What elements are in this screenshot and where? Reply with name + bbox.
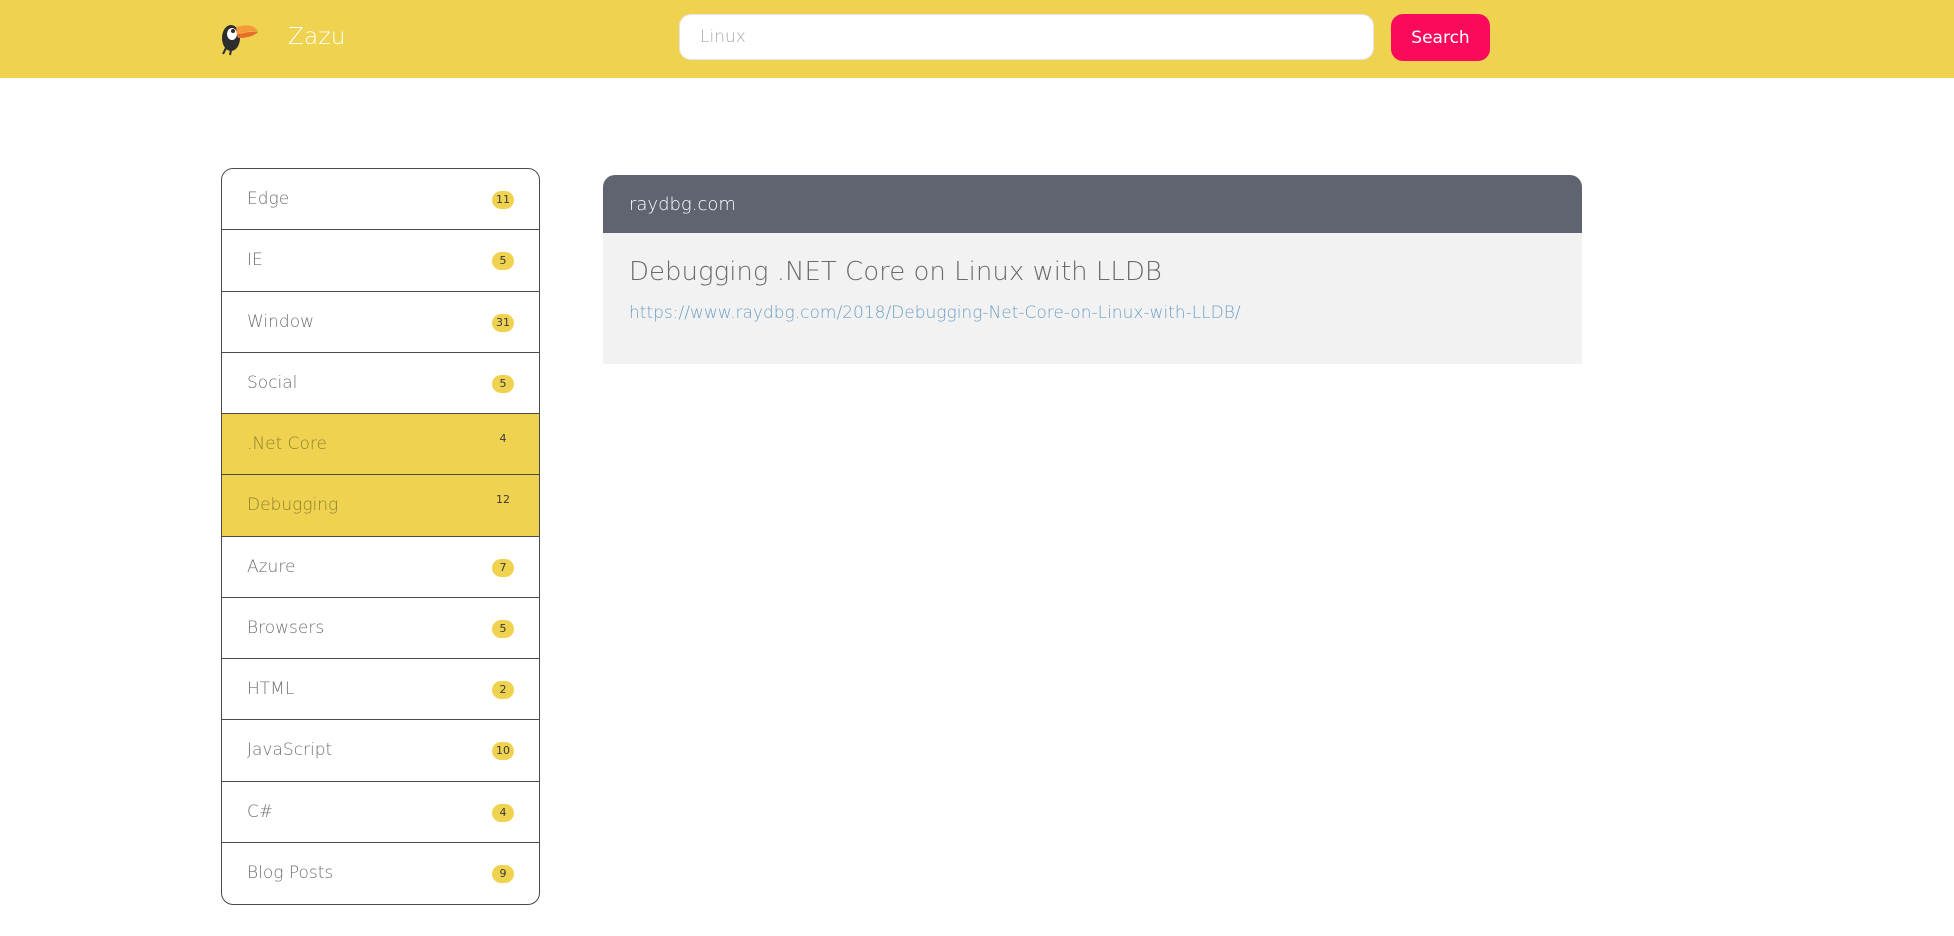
- sidebar-item-blog-posts[interactable]: Blog Posts 9: [222, 843, 539, 904]
- category-sidebar: Edge 11 IE 5 Window 31 Social 5 .Net Cor…: [221, 168, 540, 905]
- count-badge: 12: [496, 493, 510, 507]
- sidebar-item-social[interactable]: Social 5: [222, 353, 539, 414]
- sidebar-item-label: Blog Posts: [247, 863, 334, 884]
- count-badge: 10: [492, 742, 514, 761]
- toucan-icon[interactable]: [218, 18, 262, 56]
- sidebar-item-label: IE: [247, 250, 263, 271]
- sidebar-item-window[interactable]: Window 31: [222, 292, 539, 353]
- sidebar-item-label: Debugging: [247, 495, 339, 516]
- count-badge: 7: [492, 558, 514, 577]
- result-card: raydbg.com Debugging .NET Core on Linux …: [603, 175, 1582, 364]
- result-link[interactable]: https://www.raydbg.com/2018/Debugging-Ne…: [629, 303, 1241, 323]
- sidebar-item-javascript[interactable]: JavaScript 10: [222, 720, 539, 782]
- sidebar-item-csharp[interactable]: C# 4: [222, 782, 539, 843]
- sidebar-item-label: Window: [247, 311, 315, 332]
- result-card-header: raydbg.com: [603, 175, 1582, 233]
- count-badge: 5: [492, 619, 514, 638]
- search-button[interactable]: Search: [1391, 14, 1490, 61]
- sidebar-item-debugging[interactable]: Debugging 12: [222, 475, 539, 537]
- sidebar-item-ie[interactable]: IE 5: [222, 230, 539, 292]
- sidebar-item-label: HTML: [247, 679, 295, 700]
- result-site-name: raydbg.com: [629, 194, 736, 215]
- sidebar-item-label: Azure: [247, 556, 296, 577]
- sidebar-item-label: Social: [247, 372, 298, 393]
- sidebar-item-label: .Net Core: [247, 434, 327, 455]
- count-badge: 31: [492, 313, 514, 332]
- search-input[interactable]: [679, 14, 1374, 60]
- count-badge: 4: [492, 803, 514, 822]
- sidebar-item-browsers[interactable]: Browsers 5: [222, 598, 539, 659]
- sidebar-item-net-core[interactable]: .Net Core 4: [222, 414, 539, 476]
- count-badge: 2: [492, 681, 514, 699]
- count-badge: 4: [499, 432, 507, 445]
- result-title: Debugging .NET Core on Linux with LLDB: [629, 257, 1162, 287]
- sidebar-item-azure[interactable]: Azure 7: [222, 537, 539, 598]
- sidebar-item-html[interactable]: HTML 2: [222, 659, 539, 721]
- count-badge: 5: [492, 252, 514, 271]
- sidebar-item-edge[interactable]: Edge 11: [222, 169, 539, 231]
- count-badge: 11: [492, 191, 514, 209]
- count-badge: 9: [492, 864, 514, 883]
- sidebar-item-label: C#: [247, 801, 274, 822]
- sidebar-item-label: JavaScript: [247, 740, 333, 761]
- brand-name[interactable]: Zazu: [288, 24, 346, 50]
- sidebar-item-label: Browsers: [247, 617, 325, 638]
- count-badge: 5: [492, 374, 514, 393]
- sidebar-item-label: Edge: [247, 189, 290, 210]
- result-card-body: Debugging .NET Core on Linux with LLDB h…: [603, 233, 1582, 364]
- top-bar: Zazu Search: [0, 0, 1954, 78]
